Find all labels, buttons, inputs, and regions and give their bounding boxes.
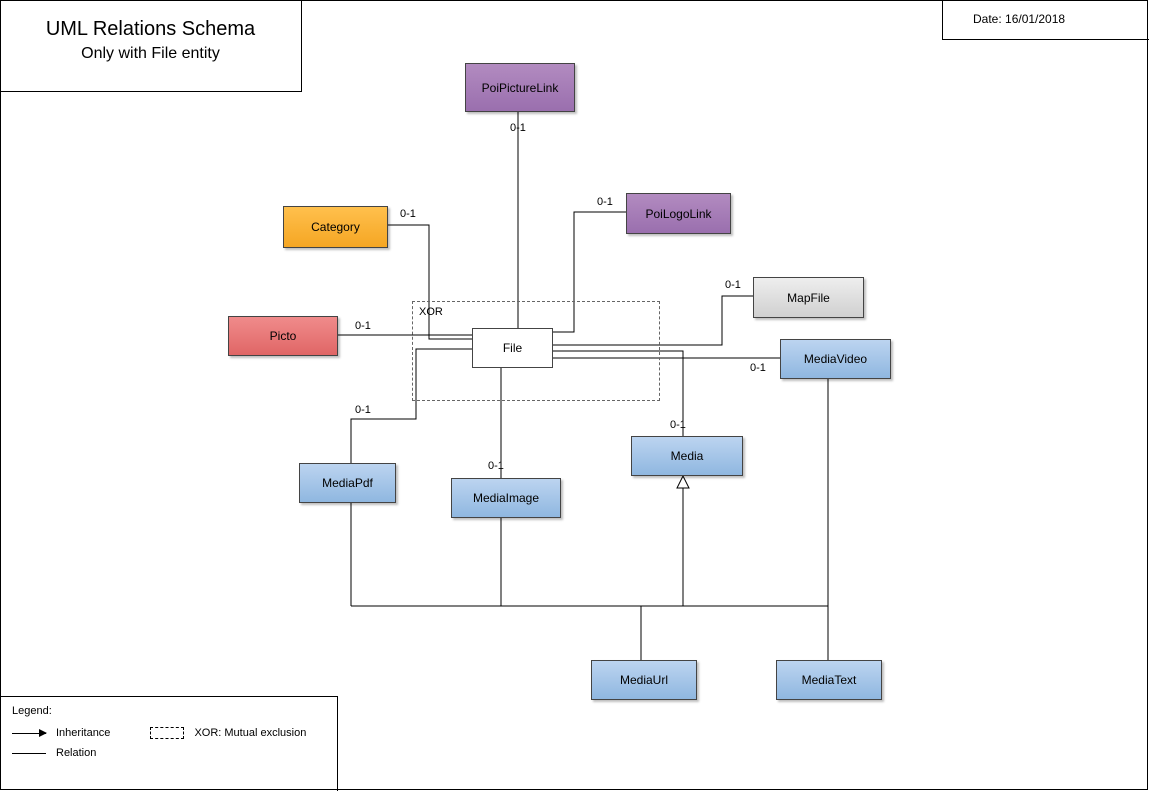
cardinality-media-video: 0-1 xyxy=(750,362,766,374)
legend-relation-icon xyxy=(12,753,46,754)
entity-label: File xyxy=(503,341,522,355)
entity-media-image: MediaImage xyxy=(451,478,561,518)
legend-relation-label: Relation xyxy=(56,747,96,759)
entity-poi-picture-link: PoiPictureLink xyxy=(465,63,575,112)
entity-category: Category xyxy=(283,206,388,248)
cardinality-media-pdf: 0-1 xyxy=(355,404,371,416)
diagram-subtitle: Only with File entity xyxy=(0,45,301,63)
entity-media-pdf: MediaPdf xyxy=(299,463,396,503)
legend-xor-label: XOR: Mutual exclusion xyxy=(194,727,306,739)
entity-picto: Picto xyxy=(228,316,338,356)
entity-media: Media xyxy=(631,436,743,476)
entity-label: MediaText xyxy=(802,673,857,687)
entity-media-video: MediaVideo xyxy=(780,339,891,379)
legend-title: Legend: xyxy=(12,705,325,717)
entity-label: MediaPdf xyxy=(322,476,373,490)
legend-box: Legend: Inheritance XOR: Mutual exclusio… xyxy=(0,696,338,791)
legend-inheritance-label: Inheritance xyxy=(56,727,110,739)
entity-label: PoiPictureLink xyxy=(482,81,559,95)
entity-label: MapFile xyxy=(787,291,830,305)
entity-label: MediaUrl xyxy=(620,673,668,687)
entity-label: MediaImage xyxy=(473,491,539,505)
entity-map-file: MapFile xyxy=(753,277,864,318)
legend-inheritance-icon xyxy=(12,733,46,734)
title-box: UML Relations Schema Only with File enti… xyxy=(0,0,302,92)
diagram-title: UML Relations Schema xyxy=(0,18,301,41)
cardinality-picto: 0-1 xyxy=(355,320,371,332)
entity-label: PoiLogoLink xyxy=(645,207,711,221)
cardinality-poi-picture-link: 0-1 xyxy=(510,122,526,134)
cardinality-media-image: 0-1 xyxy=(488,460,504,472)
entity-label: Media xyxy=(671,449,704,463)
entity-media-url: MediaUrl xyxy=(591,660,697,700)
cardinality-poi-logo-link: 0-1 xyxy=(597,196,613,208)
entity-label: Picto xyxy=(270,329,297,343)
entity-media-text: MediaText xyxy=(776,660,882,700)
xor-label: XOR xyxy=(419,306,443,318)
cardinality-category: 0-1 xyxy=(400,208,416,220)
date-label: Date: 16/01/2018 xyxy=(973,12,1065,26)
entity-file: File xyxy=(472,328,553,368)
cardinality-map-file: 0-1 xyxy=(725,279,741,291)
entity-poi-logo-link: PoiLogoLink xyxy=(626,193,731,234)
entity-label: Category xyxy=(311,220,360,234)
legend-xor-icon xyxy=(150,727,184,739)
date-box: Date: 16/01/2018 xyxy=(942,0,1149,40)
entity-label: MediaVideo xyxy=(804,352,867,366)
cardinality-media: 0-1 xyxy=(670,419,686,431)
